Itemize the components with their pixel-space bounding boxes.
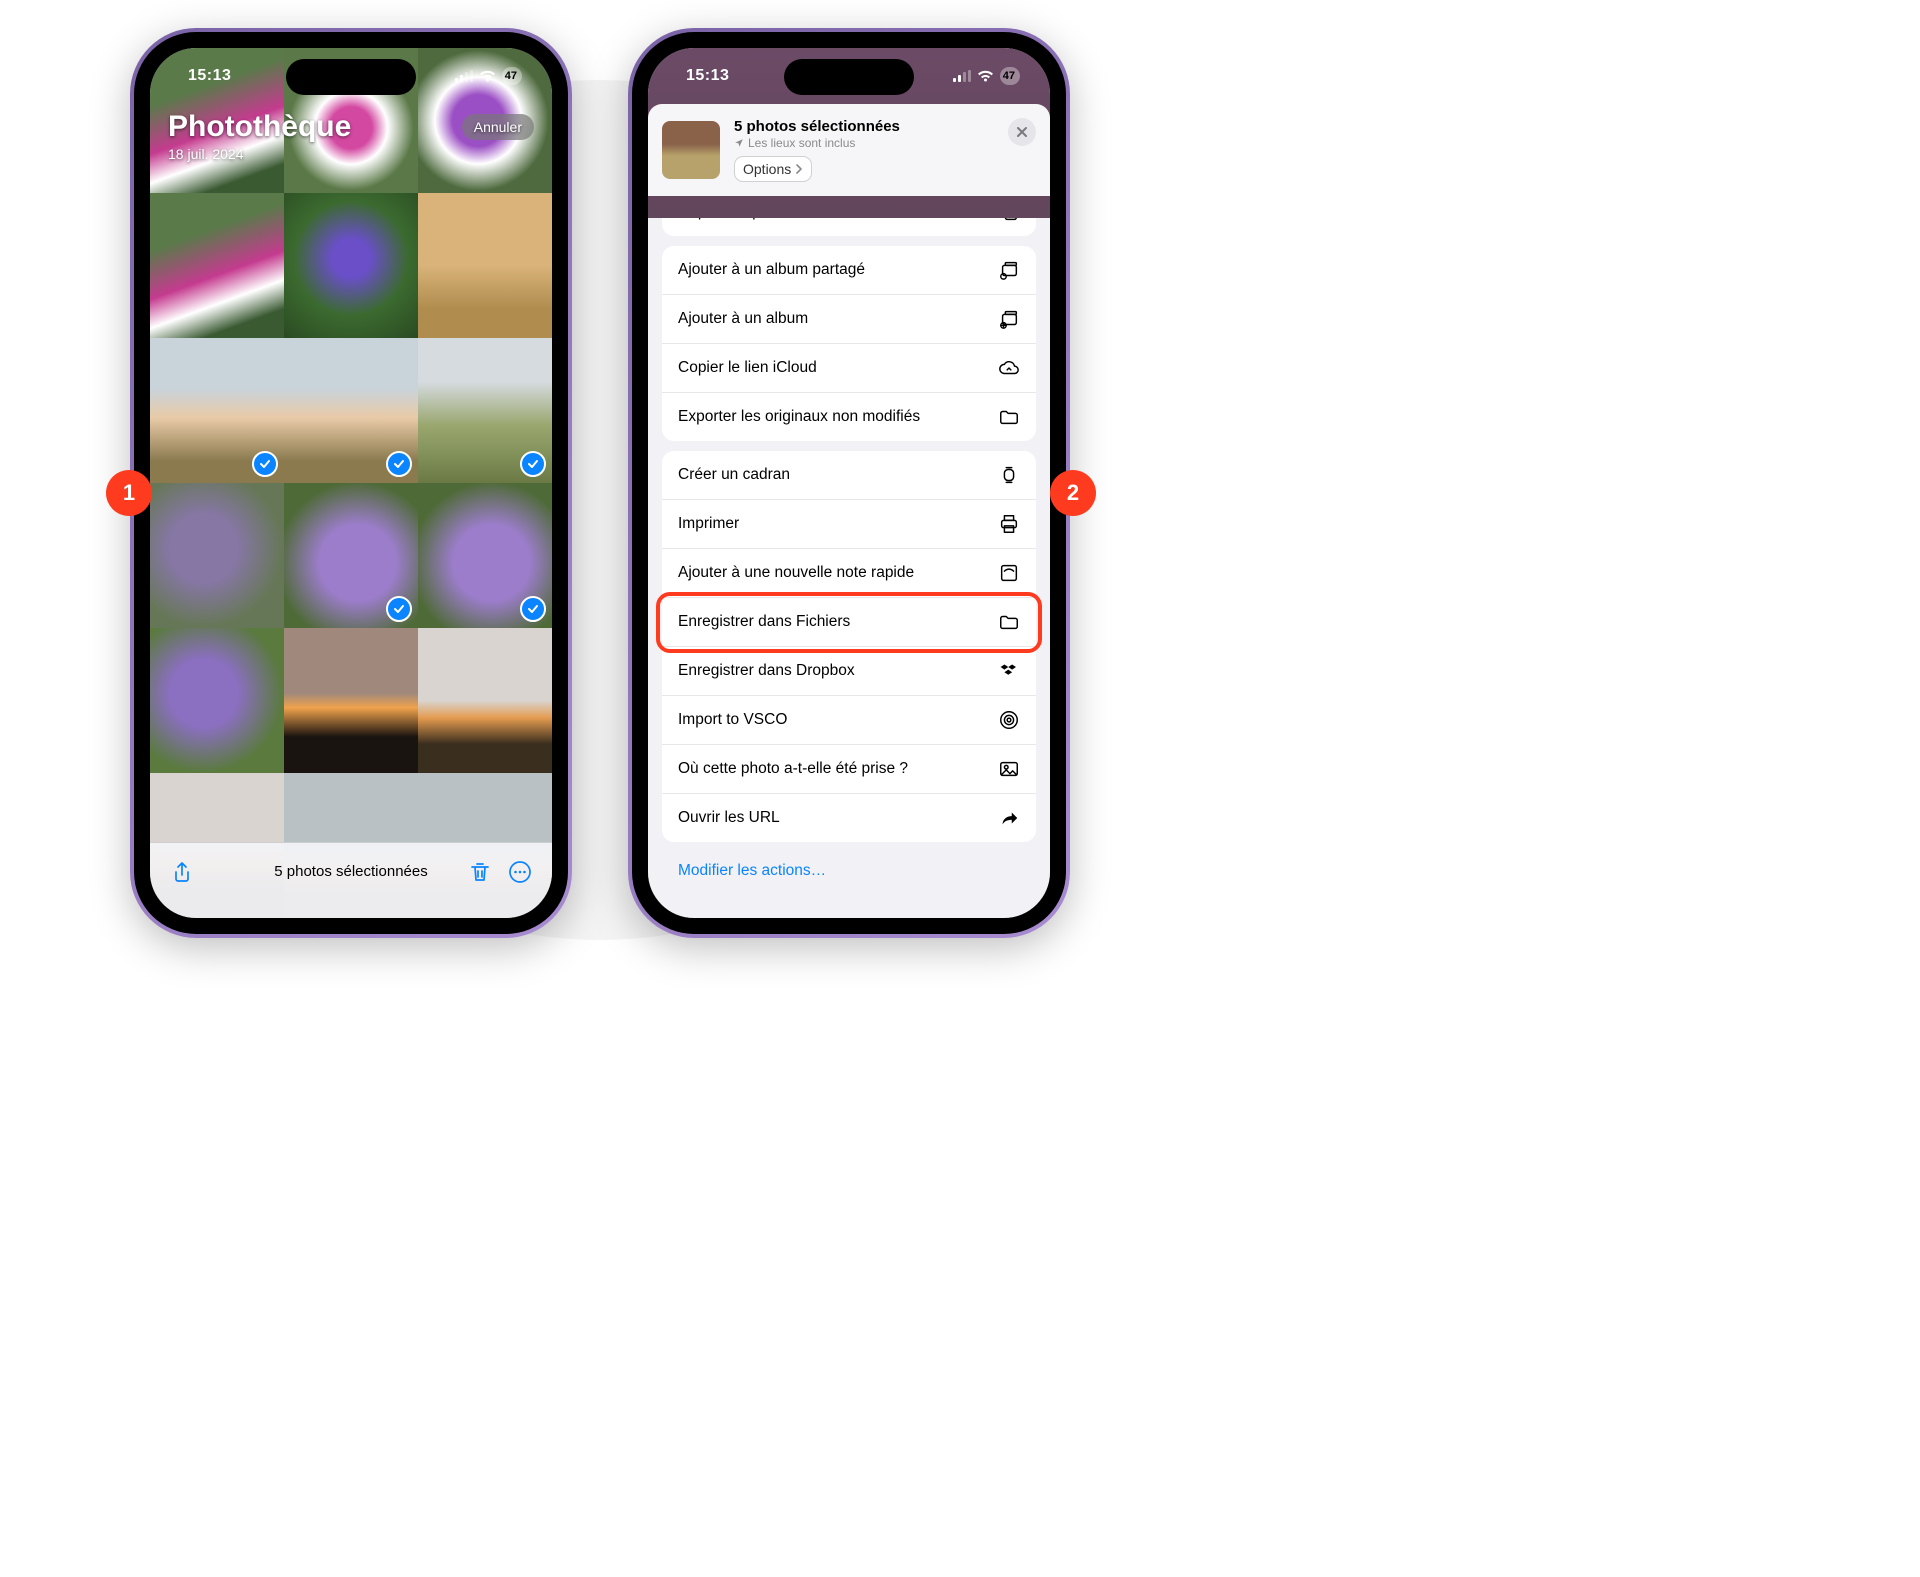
action-label: Imprimer	[678, 515, 739, 533]
close-icon	[1016, 126, 1028, 138]
actions-list[interactable]: Copier les photos Ajouter à un album part…	[648, 218, 1050, 918]
action-row[interactable]: Import to VSCO	[662, 696, 1036, 745]
action-label: Ouvrir les URL	[678, 809, 780, 827]
action-label: Exporter les originaux non modifiés	[678, 408, 920, 426]
wifi-icon	[479, 70, 496, 82]
photo-thumb-sunset-dark[interactable]	[284, 628, 418, 773]
action-row[interactable]: Enregistrer dans Fichiers	[662, 598, 1036, 647]
photo-thumb-purple-flowers-1[interactable]	[150, 483, 284, 628]
action-label: Ajouter à un album	[678, 310, 808, 328]
photos-header: Photothèque 18 juil. 2024 Annuler	[168, 110, 534, 162]
selected-checkmark-icon	[520, 451, 546, 477]
action-row[interactable]: Imprimer	[662, 500, 1036, 549]
callout-badge-2: 2	[1050, 470, 1096, 516]
action-row[interactable]: Où cette photo a-t-elle été prise ?	[662, 745, 1036, 794]
action-group: Copier les photos	[662, 218, 1036, 236]
options-button[interactable]: Options	[734, 156, 812, 182]
close-button[interactable]	[1008, 118, 1036, 146]
action-label: Ajouter à un album partagé	[678, 261, 865, 279]
action-group: Ajouter à un album partagé Ajouter à un a…	[662, 246, 1036, 441]
selected-checkmark-icon	[252, 451, 278, 477]
action-label: Copier le lien iCloud	[678, 359, 817, 377]
chevron-right-icon	[795, 164, 803, 174]
bottom-toolbar: 5 photos sélectionnées	[150, 842, 552, 918]
action-row[interactable]: Copier le lien iCloud	[662, 344, 1036, 393]
callout-badge-1: 1	[106, 470, 152, 516]
selected-checkmark-icon	[520, 596, 546, 622]
phone-mockup-right: 15:13 47 5 photos sélectionnées Les lieu…	[628, 28, 1070, 938]
selection-count: 5 photos sélectionnées	[274, 863, 427, 880]
wifi-icon	[977, 70, 994, 82]
location-icon	[734, 138, 744, 148]
share-title: 5 photos sélectionnées	[734, 118, 994, 135]
photo-thumb-purple-flowers-2[interactable]	[284, 483, 418, 628]
album-add-icon	[998, 308, 1020, 330]
photo-thumb-field-grass[interactable]	[418, 338, 552, 483]
share-subtitle: Les lieux sont inclus	[748, 136, 855, 150]
photo-thumb-field-sunset-1[interactable]	[150, 338, 284, 483]
dropbox-icon	[998, 660, 1020, 682]
share-sheet-header: 5 photos sélectionnées Les lieux sont in…	[648, 104, 1050, 196]
photo-thumb-orchid[interactable]	[284, 193, 418, 338]
watch-icon	[998, 464, 1020, 486]
more-icon[interactable]	[508, 860, 532, 884]
library-date: 18 juil. 2024	[168, 146, 351, 162]
print-icon	[998, 513, 1020, 535]
action-row[interactable]: Exporter les originaux non modifiés	[662, 393, 1036, 441]
cellular-icon	[953, 70, 971, 82]
trash-icon[interactable]	[468, 860, 492, 884]
photo-thumb-fuchsia-4[interactable]	[150, 193, 284, 338]
image-icon	[998, 758, 1020, 780]
share-icon[interactable]	[170, 860, 194, 884]
battery-indicator: 47	[502, 67, 522, 85]
selected-checkmark-icon	[386, 451, 412, 477]
edit-actions-link[interactable]: Modifier les actions…	[662, 852, 1036, 904]
folder-icon	[998, 406, 1020, 428]
action-row[interactable]: Ajouter à un album	[662, 295, 1036, 344]
copy-icon	[998, 218, 1020, 223]
cloud-icon	[998, 357, 1020, 379]
share-sheet-screen: 15:13 47 5 photos sélectionnées Les lieu…	[648, 48, 1050, 918]
photo-thumb-wheat[interactable]	[418, 193, 552, 338]
action-label: Enregistrer dans Dropbox	[678, 662, 855, 680]
dynamic-island	[784, 59, 914, 95]
library-title: Photothèque	[168, 110, 351, 144]
photo-grid[interactable]	[150, 48, 552, 918]
action-label: Où cette photo a-t-elle été prise ?	[678, 760, 908, 778]
action-row[interactable]: Ouvrir les URL	[662, 794, 1036, 842]
vsco-icon	[998, 709, 1020, 731]
battery-indicator: 47	[1000, 67, 1020, 85]
selection-thumbnail	[662, 121, 720, 179]
action-label: Copier les photos	[678, 218, 799, 221]
status-indicators: 47	[455, 67, 522, 85]
dynamic-island	[286, 59, 416, 95]
photo-thumb-purple-flowers-4[interactable]	[150, 628, 284, 773]
cancel-button[interactable]: Annuler	[462, 114, 534, 140]
status-time: 15:13	[188, 67, 231, 85]
action-label: Enregistrer dans Fichiers	[678, 613, 850, 631]
folder-icon	[998, 611, 1020, 633]
action-row[interactable]: Ajouter à un album partagé	[662, 246, 1036, 295]
cellular-icon	[455, 70, 473, 82]
quicknote-icon	[998, 562, 1020, 584]
album-shared-icon	[998, 259, 1020, 281]
action-row[interactable]: Ajouter à une nouvelle note rapide	[662, 549, 1036, 598]
action-label: Import to VSCO	[678, 711, 787, 729]
share-arrow-icon	[998, 807, 1020, 829]
action-label: Créer un cadran	[678, 466, 790, 484]
status-indicators: 47	[953, 67, 1020, 85]
action-row[interactable]: Copier les photos	[662, 218, 1036, 236]
status-time: 15:13	[686, 67, 729, 85]
photo-thumb-sunset-wide-1[interactable]	[418, 628, 552, 773]
photos-app-screen: 15:13 47 Photothèque 18 juil. 2024 Annul…	[150, 48, 552, 918]
tutorial-stage: 15:13 47 Photothèque 18 juil. 2024 Annul…	[0, 0, 1200, 986]
photo-thumb-purple-flowers-3[interactable]	[418, 483, 552, 628]
action-group: Créer un cadran Imprimer Ajouter à une nou…	[662, 451, 1036, 842]
action-row[interactable]: Créer un cadran	[662, 451, 1036, 500]
action-row[interactable]: Enregistrer dans Dropbox	[662, 647, 1036, 696]
action-label: Ajouter à une nouvelle note rapide	[678, 564, 914, 582]
phone-mockup-left: 15:13 47 Photothèque 18 juil. 2024 Annul…	[130, 28, 572, 938]
selected-checkmark-icon	[386, 596, 412, 622]
photo-thumb-field-sunset-2[interactable]	[284, 338, 418, 483]
